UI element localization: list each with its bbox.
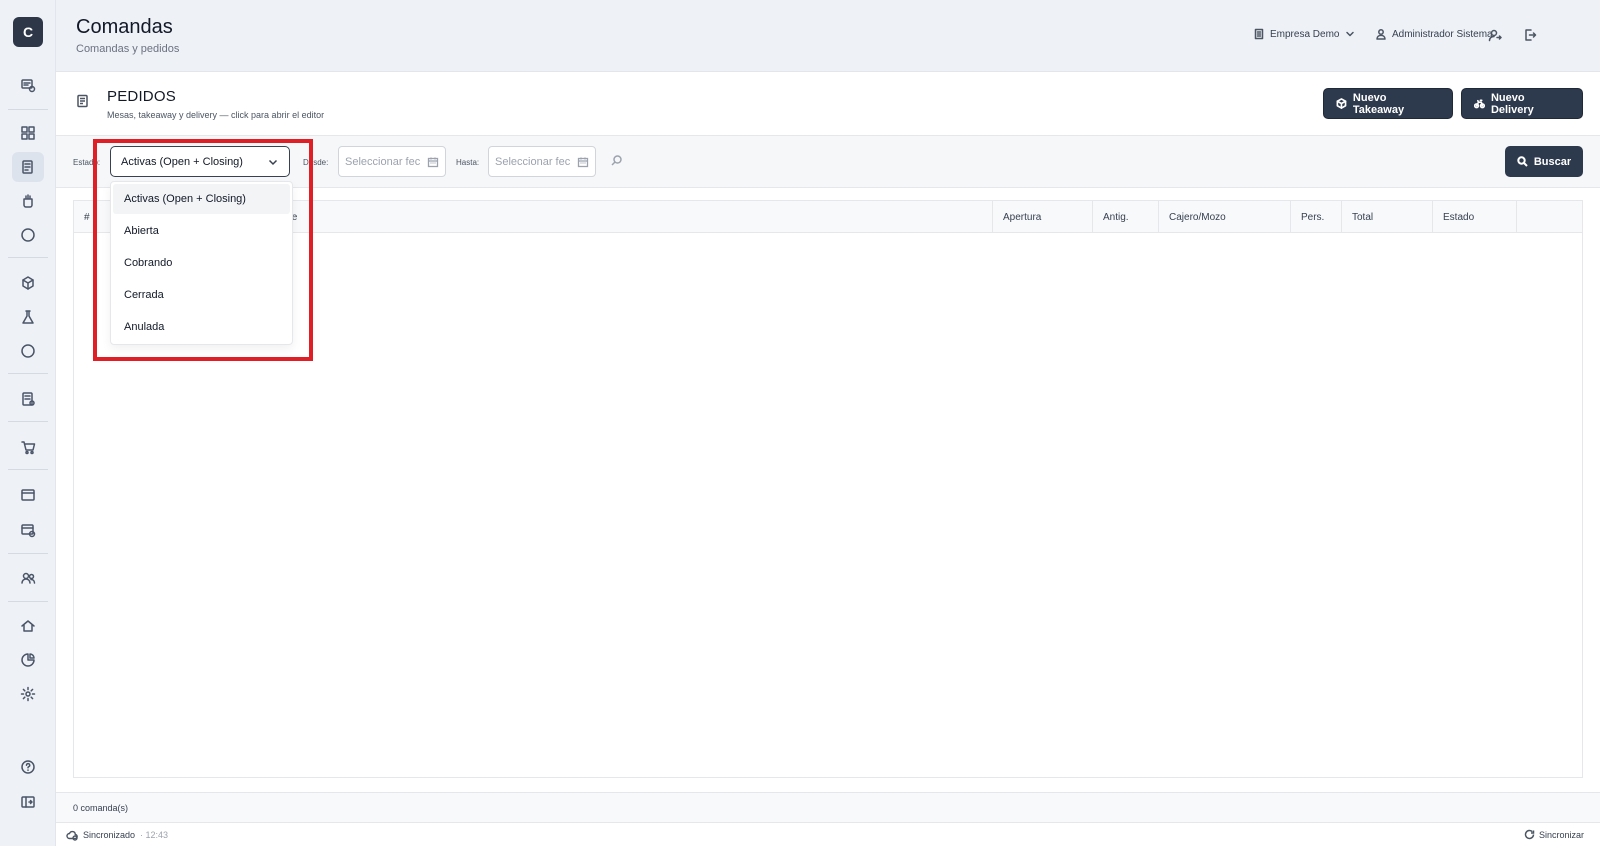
section-subtitle: Mesas, takeaway y delivery — click para …: [107, 110, 325, 120]
app-logo[interactable]: C: [13, 17, 43, 47]
sidebar-cash-register-icon[interactable]: [12, 70, 44, 100]
sidebar-home-icon[interactable]: [12, 611, 44, 641]
sidebar-dashboard-icon[interactable]: [12, 118, 44, 148]
logout-icon[interactable]: [1521, 26, 1539, 44]
hasta-label: Hasta:: [456, 158, 480, 167]
top-header: Comandas Comandas y pedidos Empresa Demo…: [56, 0, 1600, 72]
chevron-down-icon: [1346, 31, 1355, 37]
column-estado[interactable]: Estado: [1432, 201, 1474, 233]
sync-status: Sincronizado · 12:43: [66, 829, 168, 841]
sidebar-cart-icon[interactable]: [12, 432, 44, 462]
refresh-icon: [1524, 829, 1535, 840]
sidebar: C: [0, 0, 56, 846]
column-number[interactable]: #: [74, 201, 90, 233]
company-name: Empresa Demo: [1270, 28, 1340, 40]
highlight-box: [93, 139, 313, 361]
column-actions: [1516, 201, 1584, 233]
page-title: Comandas: [76, 16, 173, 38]
column-total[interactable]: Total: [1341, 201, 1373, 233]
sidebar-cash-settings-icon[interactable]: [12, 515, 44, 545]
company-selector[interactable]: Empresa Demo: [1253, 28, 1356, 40]
section-title: PEDIDOS: [107, 88, 176, 105]
search-button[interactable]: Buscar: [1505, 146, 1583, 177]
column-apertura[interactable]: Apertura: [992, 201, 1041, 233]
sidebar-invoices-icon[interactable]: [12, 384, 44, 414]
new-takeaway-button[interactable]: Nuevo Takeaway: [1323, 88, 1453, 119]
sync-button[interactable]: Sincronizar: [1524, 829, 1584, 840]
sidebar-settings-icon[interactable]: [12, 679, 44, 709]
search-icon[interactable]: [610, 154, 624, 168]
new-delivery-button[interactable]: Nuevo Delivery: [1461, 88, 1583, 119]
calendar-icon: [577, 157, 589, 167]
switch-user-icon[interactable]: [1486, 26, 1504, 44]
user-menu[interactable]: Administrador Sistema: [1375, 28, 1493, 40]
status-bar: Sincronizado · 12:43 Sincronizar: [56, 822, 1600, 846]
sidebar-reports-icon[interactable]: [12, 645, 44, 675]
column-antig[interactable]: Antig.: [1092, 201, 1129, 233]
sidebar-circle-icon[interactable]: [12, 220, 44, 250]
bike-icon: [1474, 99, 1485, 109]
orders-icon: [76, 94, 92, 110]
sidebar-help-icon[interactable]: [12, 752, 44, 782]
search-icon: [1517, 156, 1528, 167]
sidebar-kitchen-icon[interactable]: [12, 186, 44, 216]
user-name: Administrador Sistema: [1392, 28, 1493, 40]
box-icon: [1336, 98, 1347, 109]
column-cajero-mozo[interactable]: Cajero/Mozo: [1158, 201, 1226, 233]
section-header: PEDIDOS Mesas, takeaway y delivery — cli…: [56, 72, 1600, 136]
sidebar-collapse-icon[interactable]: [12, 787, 44, 817]
calendar-icon: [427, 157, 439, 167]
cloud-check-icon: [66, 830, 78, 841]
sidebar-wallet-icon[interactable]: [12, 480, 44, 510]
page-subtitle: Comandas y pedidos: [76, 43, 180, 55]
hasta-date-input[interactable]: Seleccionar fec: [488, 146, 596, 177]
sidebar-circle-icon-2[interactable]: [12, 336, 44, 366]
column-pers[interactable]: Pers.: [1290, 201, 1324, 233]
building-icon: [1254, 28, 1264, 40]
sidebar-orders-icon[interactable]: [12, 152, 44, 182]
sidebar-recipes-icon[interactable]: [12, 302, 44, 332]
sidebar-users-icon[interactable]: [12, 563, 44, 593]
record-count: 0 comanda(s): [73, 803, 129, 813]
desde-date-input[interactable]: Seleccionar fec: [338, 146, 446, 177]
sidebar-products-icon[interactable]: [12, 268, 44, 298]
record-count-bar: 0 comanda(s): [56, 792, 1600, 822]
user-icon: [1376, 29, 1386, 40]
